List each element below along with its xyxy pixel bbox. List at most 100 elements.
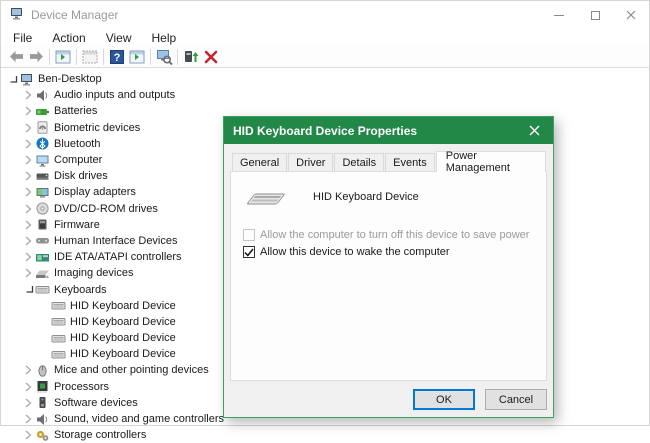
device-manager-app-icon	[9, 7, 25, 23]
action-pane-icon[interactable]	[127, 47, 147, 66]
maximize-icon[interactable]	[577, 1, 613, 29]
device-row: HID Keyboard Device	[243, 186, 534, 208]
tree-item-label: HID Keyboard Device	[70, 348, 176, 360]
tree-item-label: Firmware	[54, 219, 100, 231]
svg-text:?: ?	[114, 52, 121, 64]
toolbar-separator	[150, 49, 151, 65]
chevron-collapsed-icon[interactable]	[22, 382, 35, 392]
cancel-button[interactable]: Cancel	[485, 389, 547, 410]
forward-icon[interactable]	[26, 47, 46, 66]
tree-item-label: Batteries	[54, 105, 97, 117]
chevron-collapsed-icon[interactable]	[22, 398, 35, 408]
tab-details[interactable]: Details	[334, 153, 384, 171]
tree-row[interactable]: Audio inputs and outputs	[1, 87, 649, 103]
chevron-collapsed-icon[interactable]	[22, 139, 35, 149]
chevron-collapsed-icon[interactable]	[22, 204, 35, 214]
chevron-collapsed-icon[interactable]	[22, 171, 35, 181]
checkbox-checked[interactable]	[243, 246, 255, 258]
scan-hardware-icon[interactable]	[154, 47, 174, 66]
tree-item-label: HID Keyboard Device	[70, 316, 176, 328]
dialog-titlebar: HID Keyboard Device Properties	[224, 117, 553, 144]
chevron-expanded-icon[interactable]	[22, 285, 35, 294]
properties-dialog: HID Keyboard Device Properties GeneralDr…	[223, 116, 554, 418]
properties-icon[interactable]	[80, 47, 100, 66]
tree-item-label: Computer	[54, 154, 102, 166]
display-adapter-icon	[35, 186, 50, 199]
tab-power-management[interactable]: Power Management	[436, 151, 546, 172]
chevron-collapsed-icon[interactable]	[22, 106, 35, 116]
chevron-collapsed-icon[interactable]	[22, 155, 35, 165]
menu-item-action[interactable]: Action	[42, 31, 95, 45]
back-icon[interactable]	[6, 47, 26, 66]
chevron-collapsed-icon[interactable]	[22, 365, 35, 375]
dialog-body: GeneralDriverDetailsEventsPower Manageme…	[224, 144, 553, 419]
ok-button[interactable]: OK	[413, 389, 475, 410]
tab-driver[interactable]: Driver	[288, 153, 333, 171]
tree-item-label: HID Keyboard Device	[70, 300, 176, 312]
checkbox-row[interactable]: Allow this device to wake the computer	[243, 244, 534, 260]
chevron-collapsed-icon[interactable]	[22, 220, 35, 230]
bluetooth-icon	[35, 137, 50, 150]
tree-item-label: Audio inputs and outputs	[54, 89, 175, 101]
disk-icon	[35, 170, 50, 183]
monitor-icon	[35, 154, 50, 167]
chevron-collapsed-icon[interactable]	[22, 414, 35, 424]
chevron-collapsed-icon[interactable]	[22, 268, 35, 278]
battery-icon	[35, 105, 50, 118]
chevron-collapsed-icon[interactable]	[22, 123, 35, 133]
tree-item-label: Imaging devices	[54, 267, 134, 279]
mouse-icon	[35, 364, 50, 377]
keyboard-icon	[243, 186, 289, 208]
tab-events[interactable]: Events	[385, 153, 435, 171]
processor-icon	[35, 380, 50, 393]
minimize-icon[interactable]	[541, 1, 577, 29]
menubar: FileActionViewHelp	[1, 29, 649, 46]
menu-item-help[interactable]: Help	[142, 31, 187, 45]
tree-item-label: Mice and other pointing devices	[54, 364, 209, 376]
keyboard-icon	[51, 315, 66, 328]
tree-row[interactable]: Ben-Desktop	[1, 71, 649, 87]
chevron-collapsed-icon[interactable]	[22, 430, 35, 440]
help-icon[interactable]: ?	[107, 47, 127, 66]
tree-item-label: Processors	[54, 381, 109, 393]
checkbox-group: Allow the computer to turn off this devi…	[243, 227, 534, 260]
update-driver-icon[interactable]	[181, 47, 201, 66]
computer-icon	[19, 73, 34, 86]
uninstall-icon[interactable]	[201, 47, 221, 66]
console-tree-icon[interactable]	[53, 47, 73, 66]
tree-item-label: Display adapters	[54, 186, 136, 198]
close-icon[interactable]	[613, 1, 649, 29]
keyboard-icon	[51, 348, 66, 361]
keyboard-icon	[51, 299, 66, 312]
tree-row[interactable]: Storage controllers	[1, 427, 649, 443]
toolbar-separator	[49, 49, 50, 65]
titlebar: Device Manager	[1, 1, 649, 29]
close-icon[interactable]	[524, 121, 544, 141]
tab-general[interactable]: General	[232, 153, 287, 171]
hid-icon	[35, 234, 50, 247]
menu-item-file[interactable]: File	[3, 31, 42, 45]
sound-icon	[35, 413, 50, 426]
tree-item-label: Keyboards	[54, 284, 107, 296]
chevron-collapsed-icon[interactable]	[22, 90, 35, 100]
checkbox-label: Allow this device to wake the computer	[260, 246, 450, 258]
dialog-title: HID Keyboard Device Properties	[233, 124, 417, 138]
menu-item-view[interactable]: View	[96, 31, 142, 45]
checkbox-row: Allow the computer to turn off this devi…	[243, 227, 534, 243]
chevron-collapsed-icon[interactable]	[22, 236, 35, 246]
chevron-expanded-icon[interactable]	[6, 75, 19, 84]
keyboard-icon	[51, 332, 66, 345]
toolbar-separator	[177, 49, 178, 65]
chevron-collapsed-icon[interactable]	[22, 187, 35, 197]
tree-item-label: Disk drives	[54, 170, 108, 182]
fingerprint-icon	[35, 121, 50, 134]
tree-item-label: Sound, video and game controllers	[54, 413, 224, 425]
dialog-tabs: GeneralDriverDetailsEventsPower Manageme…	[230, 150, 547, 171]
device-name: HID Keyboard Device	[313, 191, 419, 203]
chevron-collapsed-icon[interactable]	[22, 252, 35, 262]
ide-icon	[35, 251, 50, 264]
tree-item-label: HID Keyboard Device	[70, 332, 176, 344]
tree-item-label: Bluetooth	[54, 138, 100, 150]
checkbox-disabled	[243, 229, 255, 241]
speaker-icon	[35, 89, 50, 102]
